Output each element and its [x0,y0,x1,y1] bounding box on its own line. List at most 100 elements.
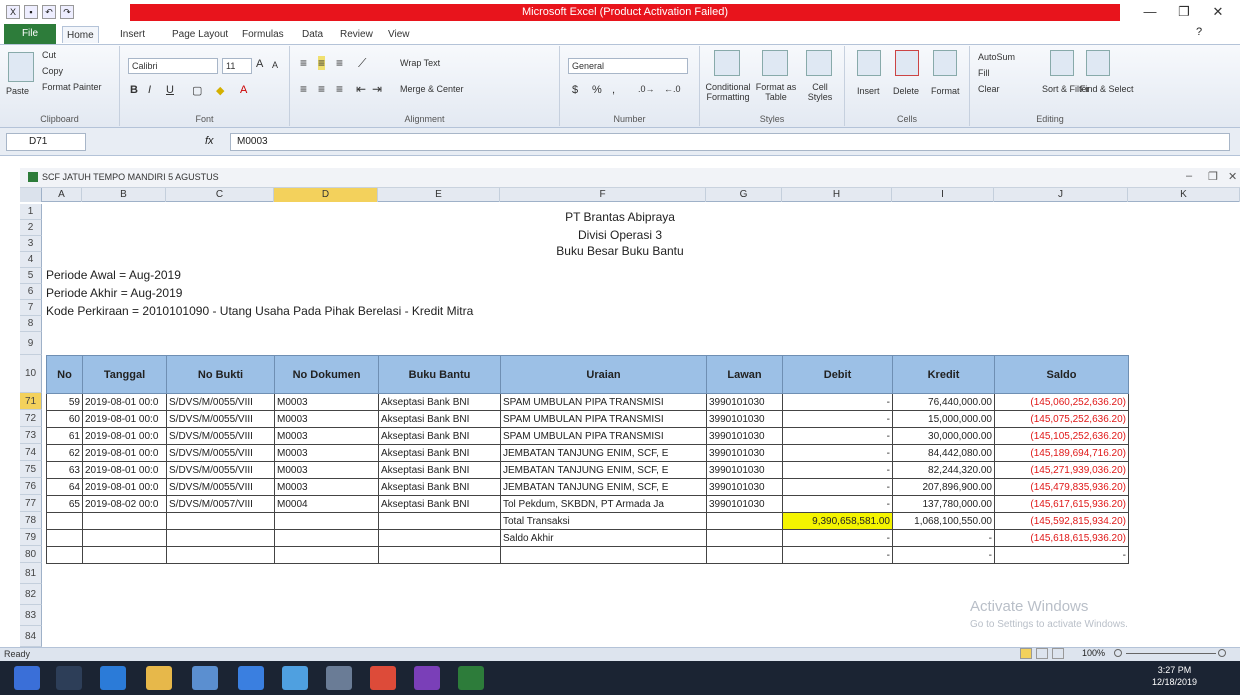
row-header[interactable]: 72 [20,410,42,427]
cell-tanggal[interactable] [82,529,167,547]
font-color-icon[interactable]: A [240,84,247,96]
cell-uraian[interactable]: Total Transaksi [500,512,707,530]
cell-saldo[interactable]: (145,618,615,936.20) [994,529,1129,547]
row-header[interactable]: 10 [20,355,42,393]
conditional-formatting-button[interactable]: Conditional Formatting [704,82,752,102]
fx-icon[interactable]: fx [205,135,214,147]
col-header-c[interactable]: C [166,188,274,202]
find-select-button[interactable]: Find & Select [1080,84,1134,94]
formula-input[interactable]: M0003 [230,133,1230,151]
cell-no-bukti[interactable]: S/DVS/M/0055/VIII [166,410,275,428]
align-middle-icon[interactable]: ≡ [318,56,326,70]
cell-debit[interactable]: - [782,546,893,564]
col-header-j[interactable]: J [994,188,1128,202]
row-header[interactable]: 83 [20,605,42,626]
paste-button[interactable]: Paste [6,86,29,96]
cell-no-dokumen[interactable]: M0003 [274,444,379,462]
cut-button[interactable]: Cut [42,50,56,60]
col-header-i[interactable]: I [892,188,994,202]
align-top-icon[interactable]: ≡ [300,56,307,70]
page-layout-view-icon[interactable] [1036,648,1048,659]
cell-tanggal[interactable]: 2019-08-01 00:0 [82,461,167,479]
cell-saldo[interactable]: (145,271,939,036.20) [994,461,1129,479]
workbook-restore-icon[interactable]: ❐ [1208,170,1218,183]
wrap-text-button[interactable]: Wrap Text [400,58,440,68]
cell-no-bukti[interactable]: S/DVS/M/0057/VIII [166,495,275,513]
ie-icon[interactable] [100,666,126,690]
col-header-h[interactable]: H [782,188,892,202]
cell-saldo[interactable]: (145,060,252,636.20) [994,393,1129,411]
tab-review[interactable]: Review [336,26,377,43]
cell-no-bukti[interactable]: S/DVS/M/0055/VIII [166,478,275,496]
cell-buku-bantu[interactable]: Akseptasi Bank BNI [378,427,501,445]
row-header[interactable]: 80 [20,546,42,563]
clock[interactable]: 3:27 PM 12/18/2019 [1152,664,1197,688]
cell-no-dokumen[interactable]: M0004 [274,495,379,513]
autosum-button[interactable]: AutoSum [978,52,1015,62]
excel-taskbar-icon[interactable] [458,666,484,690]
cell-no[interactable]: 62 [46,444,83,462]
find-select-icon[interactable] [1086,50,1110,76]
cell-no[interactable]: 59 [46,393,83,411]
col-no-bukti[interactable]: No Bukti [166,355,275,394]
col-header-e[interactable]: E [378,188,500,202]
currency-button[interactable]: $ [572,84,578,96]
row-header[interactable]: 77 [20,495,42,512]
cell-saldo[interactable]: (145,617,615,936.20) [994,495,1129,513]
row-header[interactable]: 7 [20,300,42,316]
cell-lawan[interactable]: 3990101030 [706,495,783,513]
cell-kredit[interactable]: 1,068,100,550.00 [892,512,995,530]
cell-tanggal[interactable]: 2019-08-02 00:0 [82,495,167,513]
word-icon[interactable] [282,666,308,690]
cell-debit[interactable]: - [782,444,893,462]
format-as-table-button[interactable]: Format as Table [754,82,798,102]
tab-insert[interactable]: Insert [116,26,149,43]
cell-tanggal[interactable] [82,546,167,564]
cell-lawan[interactable]: 3990101030 [706,461,783,479]
cell-no-bukti[interactable] [166,512,275,530]
increase-decimal-icon[interactable]: .0→ [638,84,655,94]
decrease-indent-icon[interactable]: ⇤ [356,82,366,96]
cell-lawan[interactable]: 3990101030 [706,427,783,445]
align-left-icon[interactable]: ≡ [300,82,307,96]
cell-buku-bantu[interactable] [378,546,501,564]
percent-button[interactable]: % [592,84,602,96]
cell-kredit[interactable]: 137,780,000.00 [892,495,995,513]
fill-color-icon[interactable]: ◆ [216,84,224,97]
select-all-corner[interactable] [20,188,42,202]
cell-saldo[interactable]: - [994,546,1129,564]
col-lawan[interactable]: Lawan [706,355,783,394]
start-icon[interactable] [14,666,40,690]
cell-buku-bantu[interactable] [378,512,501,530]
italic-icon[interactable]: I [148,84,151,96]
workbook-close-icon[interactable]: ✕ [1228,170,1237,183]
redo-icon[interactable]: ↷ [60,5,74,19]
tab-home[interactable]: Home [62,26,99,43]
cell-no-dokumen[interactable]: M0003 [274,427,379,445]
fill-button[interactable]: Fill [978,68,990,78]
row-header[interactable]: 84 [20,626,42,647]
cell-saldo[interactable]: (145,189,694,716.20) [994,444,1129,462]
cell-debit[interactable]: - [782,427,893,445]
cell-kredit[interactable]: 15,000,000.00 [892,410,995,428]
cell-no-bukti[interactable] [166,529,275,547]
paste-icon[interactable] [8,52,34,82]
col-debit[interactable]: Debit [782,355,893,394]
minimize-button[interactable]: — [1136,3,1164,21]
format-painter-button[interactable]: Format Painter [42,82,102,92]
cell-no-dokumen[interactable]: M0003 [274,478,379,496]
merge-center-button[interactable]: Merge & Center [400,84,464,94]
format-table-icon[interactable] [762,50,788,76]
row-header[interactable]: 74 [20,444,42,461]
zoom-in-icon[interactable] [1218,649,1226,657]
cell-kredit[interactable]: 207,896,900.00 [892,478,995,496]
page-break-view-icon[interactable] [1052,648,1064,659]
grow-font-icon[interactable]: A [256,58,263,70]
cell-no[interactable]: 65 [46,495,83,513]
cell-uraian[interactable]: Tol Pekdum, SKBDN, PT Armada Ja [500,495,707,513]
copy-button[interactable]: Copy [42,66,63,76]
col-no-dokumen[interactable]: No Dokumen [274,355,379,394]
borders-icon[interactable]: ▢ [192,84,202,97]
row-header[interactable]: 76 [20,478,42,495]
chrome-icon[interactable] [370,666,396,690]
